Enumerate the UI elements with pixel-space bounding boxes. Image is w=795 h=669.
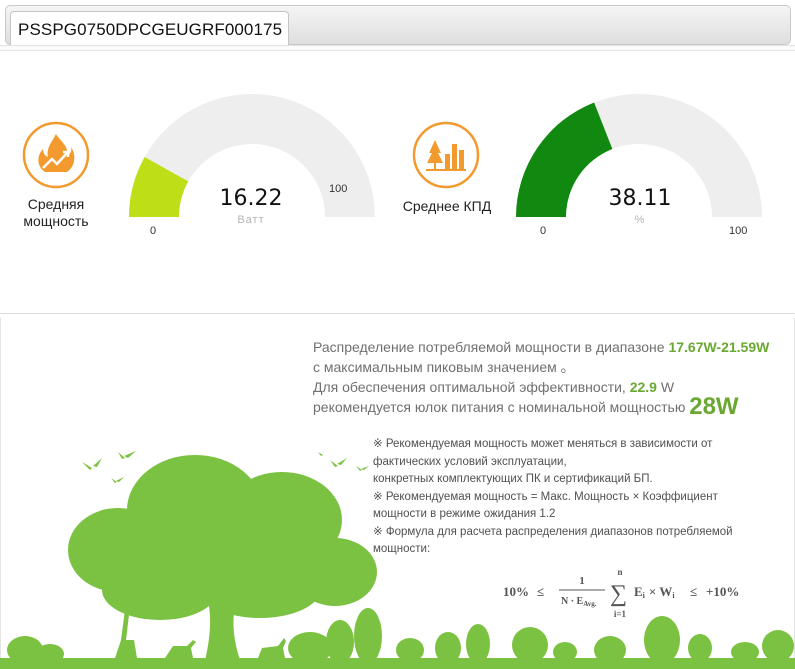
ground [0,658,795,669]
note-2: ※ Рекомендуемая мощность = Макс. Мощност… [373,490,718,521]
bird-5 [111,478,117,483]
info-optimal-value: 22.9 [629,379,657,395]
gauge-power-min: 0 [150,225,157,237]
bush-11 [594,636,626,664]
gauge-power-label-line2: мощность [23,213,89,229]
gauge-efficiency-max: 100 [729,225,748,237]
note-1b: конкретных комплектующих ПК и сертификац… [373,473,653,485]
formula-left: 10% [503,584,529,599]
formula-sum-top: n [617,567,622,577]
formula-le-2: ≤ [690,584,697,599]
bush-15 [762,630,794,662]
gauge-efficiency-unit: % [634,214,646,226]
bird-1 [82,462,92,470]
tab-bar: PSSPG0750DPCGEUGRF000175 [5,5,791,47]
gauge-efficiency-value: 38.11 [608,186,672,211]
gauge-power-max: 100 [329,183,348,195]
info-line-1: Распределение потребляемой мощности в ди… [313,337,793,357]
tab-device-id[interactable]: PSSPG0750DPCGEUGRF000175 [10,11,290,47]
tab-underline [0,45,795,51]
efficiency-icon-bar-1 [445,154,450,169]
efficiency-icon [412,121,480,189]
bird-3 [118,452,125,459]
bush-13 [688,634,712,662]
gauge-power-label-line1: Средняя [27,196,85,212]
efficiency-icon-bar-2 [452,144,457,169]
formula-term: Ei × Wi [634,584,675,600]
formula-sum-sign: ∑ [610,581,627,607]
formula-le-1: ≤ [537,584,544,599]
notes: ※ Рекомендуемая мощность может меняться … [373,436,773,559]
bird-11 [318,452,323,456]
bush-6 [396,638,424,662]
info-recommended-prefix: рекомендуется юлок питания с номинальной… [313,399,690,415]
note-1: ※ Рекомендуемая мощность может меняться … [373,438,713,468]
efficiency-icon-bar-3 [459,150,464,169]
bush-14 [731,642,759,662]
efficiency-icon-baseline [426,169,466,171]
power-icon [22,121,90,189]
section-divider [0,313,795,314]
info-optimal-prefix: Для обеспечения оптимальной эффективност… [313,379,630,395]
bush-3 [288,632,332,664]
info-line-2: с максимальным пиковым значением 。 [313,359,575,375]
bird-2 [93,458,102,467]
bird-4 [124,451,136,458]
bush-2 [36,644,64,664]
formula-denominator: N · EAvg. [561,596,597,608]
bush-5 [354,608,382,664]
bush-9 [512,627,548,663]
gauge-power-value: 16.22 [219,186,283,211]
info-recommended-value: 28W [689,393,739,420]
gauge-efficiency-label: Среднее КПД [395,198,499,215]
formula-right: +10% [706,584,739,599]
note-3: ※ Формула для расчета распределения диап… [373,525,733,556]
bird-6 [116,477,124,482]
gauge-efficiency-min: 0 [540,225,547,237]
bush-10 [553,642,577,662]
formula-sum-bottom: i=1 [614,609,627,619]
canopy-blob-7 [160,500,300,590]
recommendation-text: Распределение потребляемой мощности в ди… [313,337,793,419]
info-range-value: 17.67W-21.59W [668,339,770,355]
bird-8 [337,458,347,465]
gauge-power-unit: Ватт [237,214,265,226]
bird-10 [361,466,369,470]
formula-numerator: 1 [579,575,585,587]
deer [165,640,196,658]
formula: 10% ≤ 1 N · EAvg. n ∑ i=1 Ei × Wi ≤ +10% [503,567,739,619]
gauge-efficiency-label-line1: Среднее КПД [402,198,492,214]
small-animal [258,638,286,658]
bush-8 [466,624,490,664]
bird-7 [330,460,338,467]
info-line-4: рекомендуется юлок питания с номинальной… [313,395,793,419]
bush-4 [326,620,354,664]
bush-12 [644,616,680,664]
bird-9 [356,466,362,471]
info-range-prefix: Распределение потребляемой мощности в ди… [313,339,669,355]
info-optimal-unit: W [656,379,675,395]
bush-7 [435,632,461,664]
gauge-power-label: Средняя мощность [12,196,100,230]
